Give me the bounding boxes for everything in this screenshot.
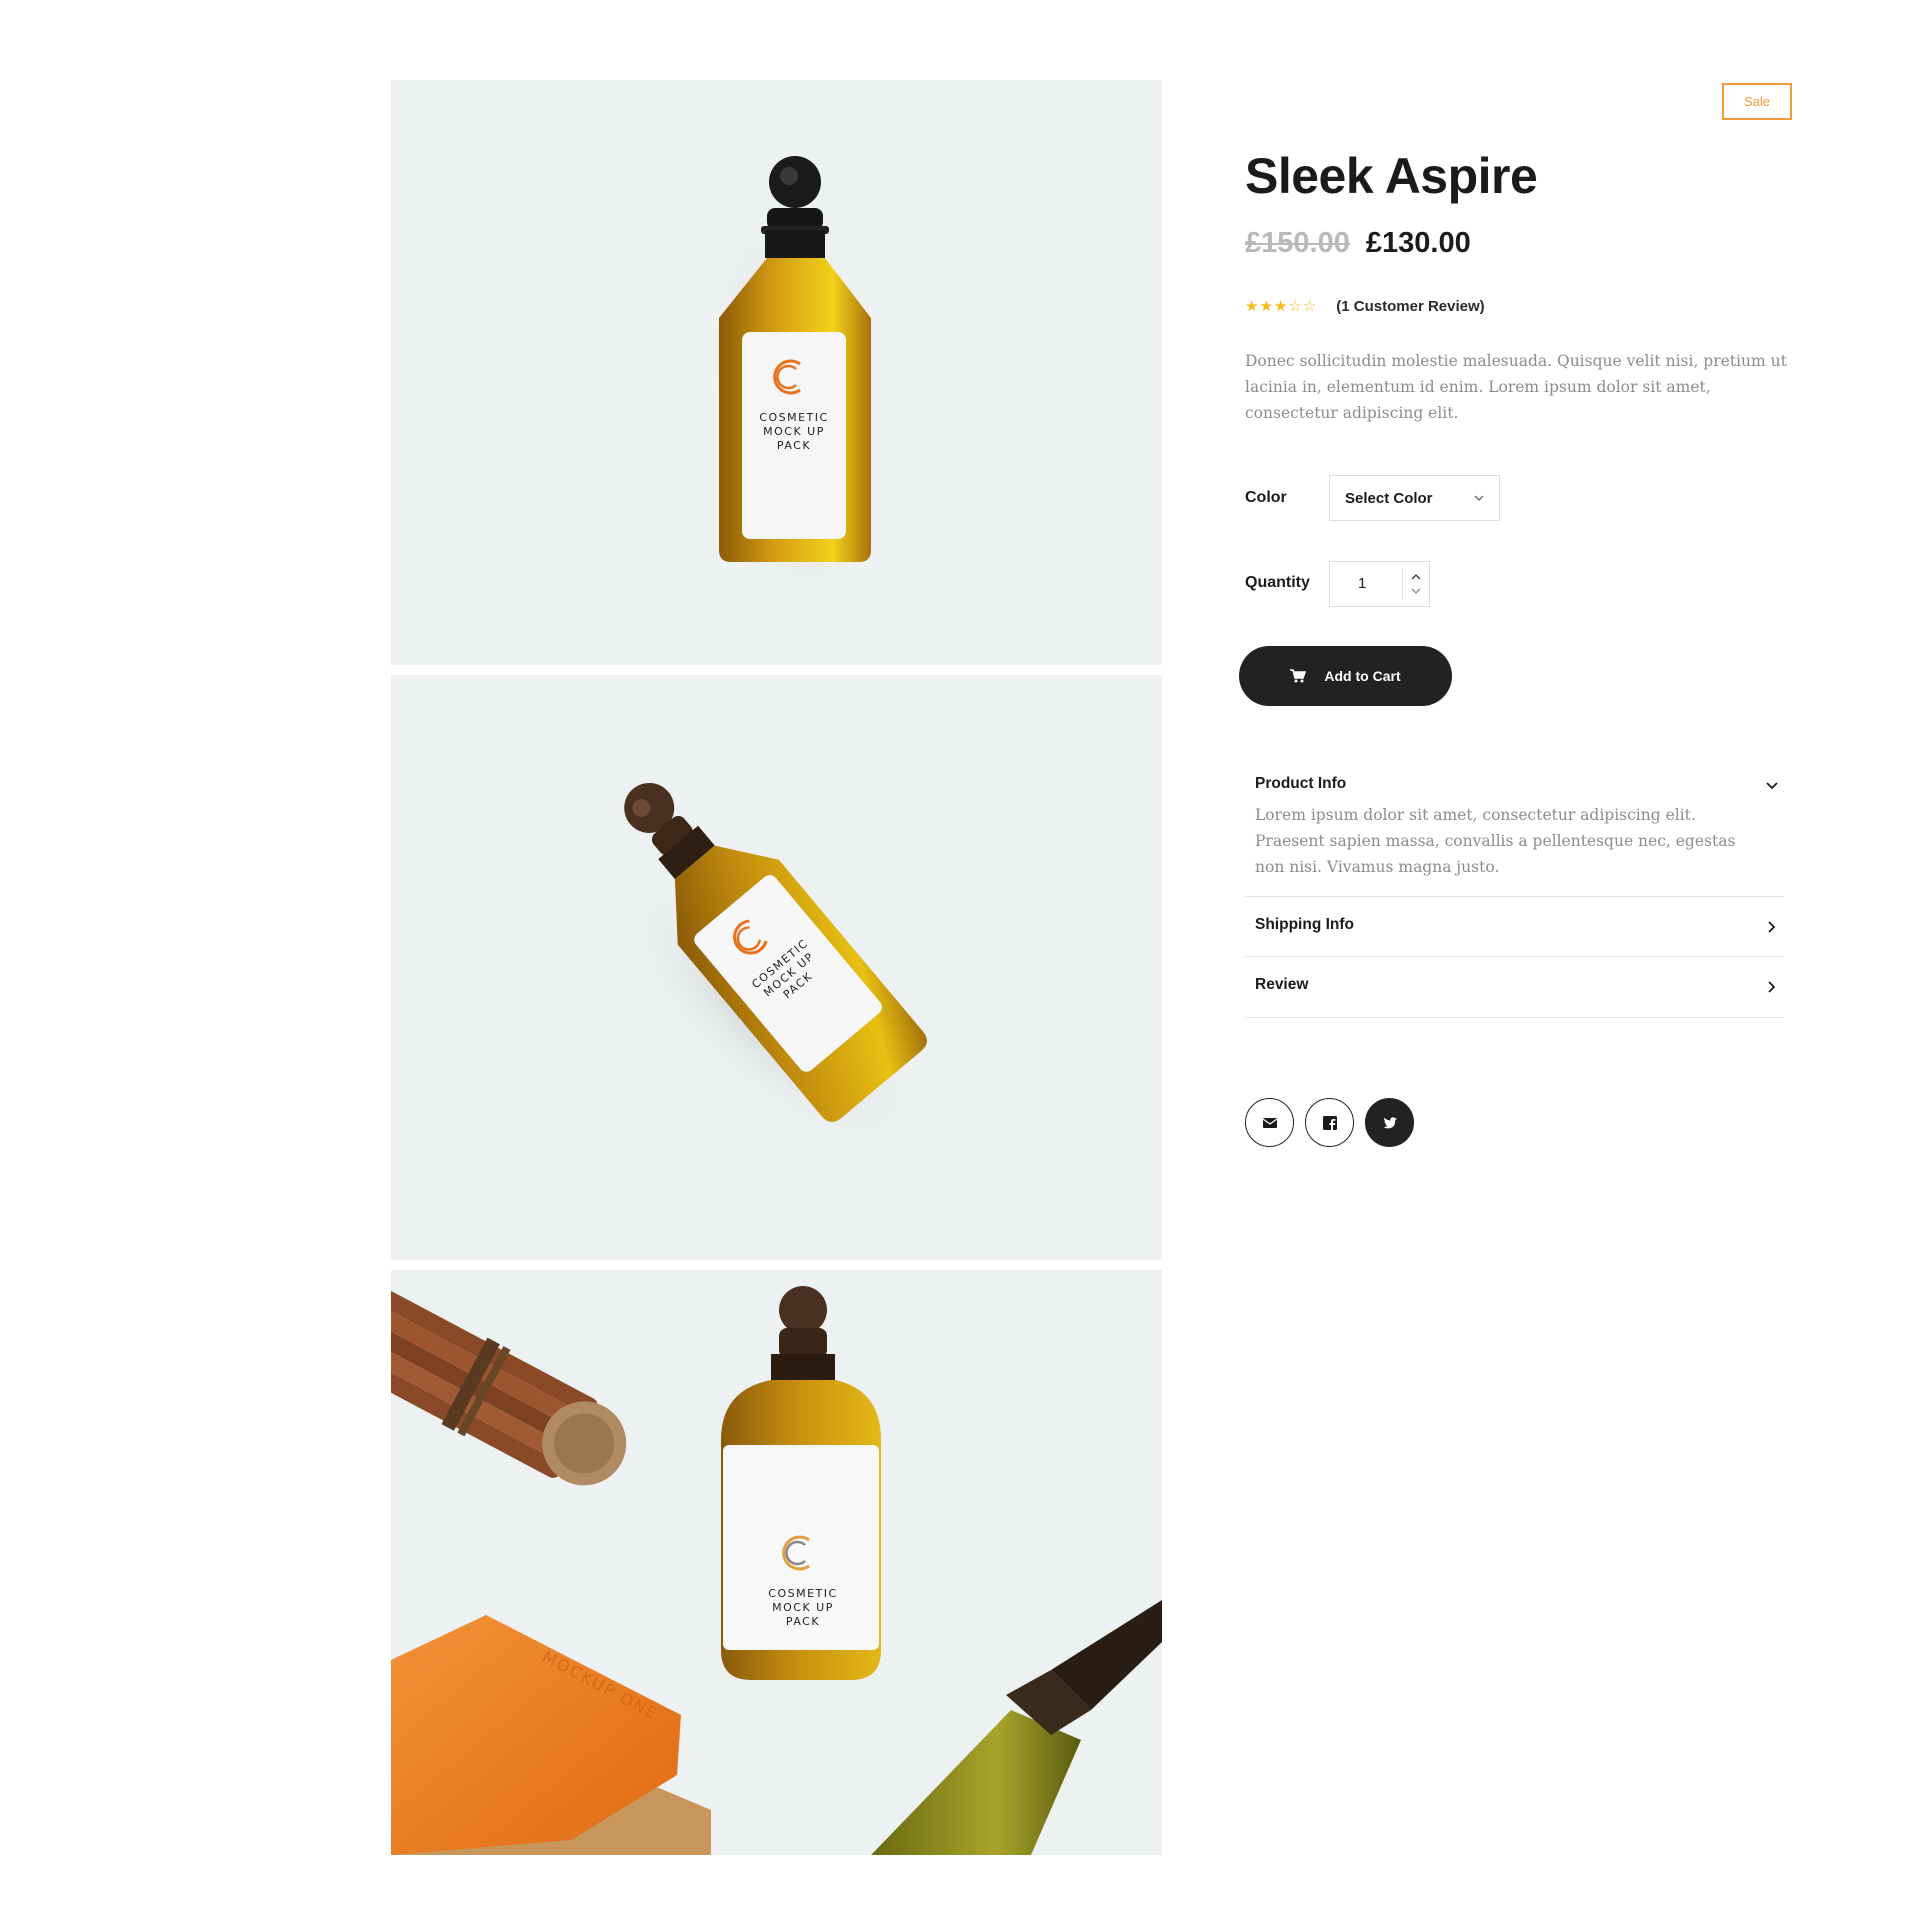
star-rating: ★ ★ ★ ☆ ☆ <box>1245 299 1316 314</box>
product-image-1[interactable]: COSMETIC MOCK UP PACK <box>391 80 1162 665</box>
color-select-value: Select Color <box>1345 489 1433 507</box>
sale-badge: Sale <box>1722 83 1792 120</box>
star-empty-icon: ☆ <box>1288 297 1302 315</box>
olive-bottle <box>871 1600 1162 1855</box>
bottle-label-line-3: PACK <box>786 1615 820 1628</box>
product-accordion: Product Info Lorem ipsum dolor sit amet,… <box>1245 756 1784 1018</box>
product-title: Sleek Aspire <box>1245 148 1538 204</box>
star-filled-icon: ★ <box>1259 297 1273 315</box>
quantity-label: Quantity <box>1245 574 1310 591</box>
rating-row: ★ ★ ★ ☆ ☆ (1 Customer Review) <box>1245 296 1485 316</box>
chevron-down-icon <box>1474 495 1484 501</box>
bottle-top-view-image: COSMETIC MOCK UP PACK <box>706 156 871 619</box>
product-description: Donec sollicitudin molestie malesuada. Q… <box>1245 352 1787 422</box>
bottle-label-line-2: MOCK UP <box>763 425 825 438</box>
review-count-link[interactable]: (1 Customer Review) <box>1336 298 1484 315</box>
facebook-icon <box>1322 1115 1337 1131</box>
star-empty-icon: ☆ <box>1302 297 1317 315</box>
bottle-label-line-1: COSMETIC <box>759 411 828 424</box>
quantity-stepper[interactable]: 1 <box>1329 561 1430 607</box>
main-bottle: COSMETIC MOCK UP PACK <box>721 1286 881 1680</box>
accordion-shipping-info: Shipping Info <box>1245 897 1784 957</box>
product-gallery: COSMETIC MOCK UP PACK COSMETIC MOCK UP P… <box>391 80 1162 1865</box>
accordion-body-product-info: Lorem ipsum dolor sit amet, consectetur … <box>1255 806 1736 876</box>
bottle-label-line-3: PACK <box>777 439 811 452</box>
accordion-header-review[interactable]: Review <box>1245 957 1784 1017</box>
share-facebook-button[interactable] <box>1305 1098 1354 1147</box>
add-to-cart-label: Add to Cart <box>1324 668 1401 684</box>
accordion-review: Review <box>1245 957 1784 1018</box>
accordion-title: Shipping Info <box>1255 916 1355 933</box>
share-email-button[interactable] <box>1245 1098 1294 1147</box>
quantity-input[interactable]: 1 <box>1358 575 1366 592</box>
share-twitter-button[interactable] <box>1365 1098 1414 1147</box>
bottle-label-line-2: MOCK UP <box>772 1601 834 1614</box>
accordion-title: Product Info <box>1255 775 1347 792</box>
mail-icon <box>1262 1117 1277 1128</box>
color-label: Color <box>1245 489 1287 506</box>
bottle-label-line-1: COSMETIC <box>768 1587 837 1600</box>
chevron-right-icon <box>1768 981 1776 993</box>
sale-price: £130.00 <box>1365 227 1471 259</box>
accordion-header-shipping-info[interactable]: Shipping Info <box>1245 897 1784 956</box>
accordion-product-info: Product Info Lorem ipsum dolor sit amet,… <box>1245 756 1784 897</box>
chevron-up-icon[interactable] <box>1410 572 1422 582</box>
chevron-down-icon[interactable] <box>1410 586 1422 596</box>
star-filled-icon: ★ <box>1273 297 1288 315</box>
quantity-divider <box>1402 568 1403 600</box>
color-select[interactable]: Select Color <box>1329 475 1500 521</box>
bottle-diagonal-image: COSMETIC MOCK UP PACK <box>613 782 929 1162</box>
product-image-2[interactable]: COSMETIC MOCK UP PACK <box>391 675 1162 1260</box>
star-filled-icon: ★ <box>1245 297 1259 315</box>
twitter-icon <box>1383 1116 1397 1128</box>
product-image-3[interactable]: MOCKUP ONE COSMETIC MOCK UP PACK <box>391 1270 1162 1855</box>
chevron-right-icon <box>1768 921 1776 933</box>
chevron-down-icon <box>1766 782 1778 790</box>
cinnamon-sticks <box>391 1282 627 1486</box>
accordion-title: Review <box>1255 976 1309 993</box>
share-buttons <box>1245 1098 1414 1147</box>
old-price: £150.00 <box>1245 227 1350 259</box>
price-row: £150.00 £130.00 <box>1245 227 1471 260</box>
add-to-cart-button[interactable]: Add to Cart <box>1239 646 1452 706</box>
bottle-scene-image: MOCKUP ONE COSMETIC MOCK UP PACK <box>391 1282 1162 1855</box>
soap-bar: MOCKUP ONE <box>391 1615 711 1855</box>
cart-icon <box>1290 669 1307 683</box>
accordion-header-product-info[interactable]: Product Info <box>1245 756 1784 812</box>
